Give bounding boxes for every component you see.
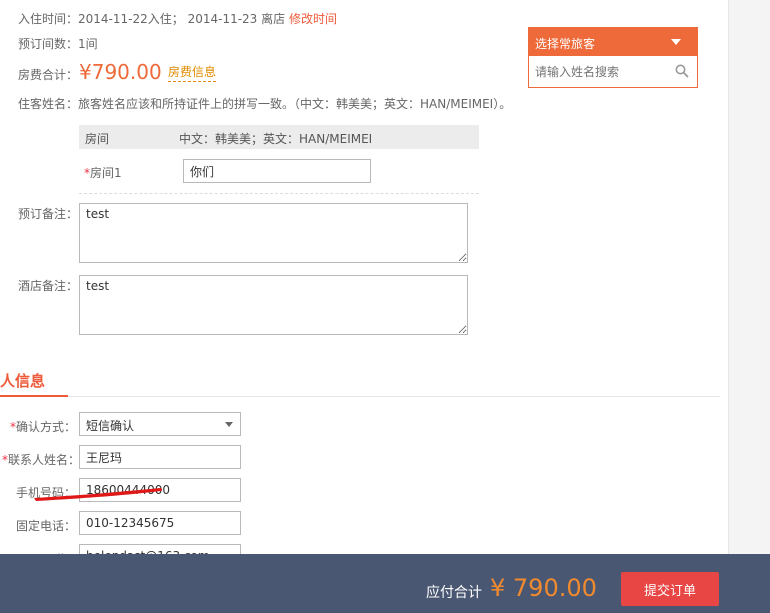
price-detail-link[interactable]: 房费信息 [168, 63, 217, 82]
stay-label: 入住时间： [18, 12, 79, 26]
guest-note-label: 住客姓名： [18, 97, 79, 111]
hotel-note-input[interactable]: test [79, 275, 468, 335]
section-accent-underline [0, 395, 68, 397]
contact-name-input[interactable] [79, 445, 241, 469]
pay-total-amount: ¥ 790.00 [490, 574, 597, 602]
confirm-label-text: 确认方式： [15, 420, 76, 434]
booking-note-input[interactable]: test [79, 203, 468, 263]
submit-order-button[interactable]: 提交订单 [621, 572, 719, 606]
contact-section-title: 人信息 [0, 372, 46, 390]
rooms-total-label: 房费合计： [18, 68, 79, 82]
booking-note-label: 预订备注： [18, 207, 79, 221]
pay-total-label: 应付合计 [426, 585, 482, 601]
contact-name-label: *联系人姓名： [2, 451, 80, 468]
guest-table-divider [79, 193, 479, 194]
traveler-search [529, 56, 697, 87]
confirm-method-value: 短信确认 [86, 419, 135, 433]
frequent-traveler-toggle[interactable]: 选择常旅客 [529, 28, 697, 56]
guest-note-text: 旅客姓名应该和所持证件上的拼写一致。（中文：韩美美；英文：HAN/MEIMEI）… [78, 97, 512, 111]
guest-name-input[interactable] [183, 159, 371, 183]
right-gutter [728, 0, 770, 613]
search-icon[interactable] [675, 64, 689, 78]
redaction-scribble [34, 488, 163, 501]
guest-row-label: *房间1 [84, 164, 122, 181]
traveler-search-input[interactable] [529, 56, 697, 87]
rooms-label: 预订间数： [18, 37, 79, 51]
chevron-down-icon [225, 422, 233, 427]
stay-row: 入住时间：2014-11-22入住； 2014-11-23 离店 修改时间 [18, 10, 337, 27]
frequent-traveler-title: 选择常旅客 [535, 37, 596, 51]
chevron-down-icon [671, 39, 681, 45]
guest-room-label: 房间1 [90, 166, 122, 180]
price-detail-label[interactable]: 房费信息 [168, 65, 217, 82]
phone-label: 固定电话： [15, 519, 76, 533]
guest-col-room: 房间 [85, 132, 110, 146]
guest-note-row: 住客姓名：旅客姓名应该和所持证件上的拼写一致。（中文：韩美美；英文：HAN/ME… [18, 95, 511, 112]
guest-col-hint: 中文：韩美美；英文：HAN/MEIMEI [179, 132, 373, 146]
rooms-total-price: ¥790.00 [79, 60, 162, 84]
checkout-footer: 应付合计 ¥ 790.00 提交订单 [0, 554, 770, 613]
hotel-note-label: 酒店备注： [18, 279, 79, 293]
stay-dates: 2014-11-22入住； 2014-11-23 离店 [78, 12, 286, 26]
confirm-label: *确认方式： [2, 418, 76, 435]
confirm-method-select[interactable]: 短信确认 [79, 412, 241, 436]
guest-table-header: 房间 中文：韩美美；英文：HAN/MEIMEI [79, 125, 479, 149]
contact-name-label-text: 联系人姓名： [8, 453, 81, 467]
phone-input[interactable] [79, 511, 241, 535]
frequent-traveler-panel: 选择常旅客 [528, 27, 698, 88]
rooms-value: 1间 [78, 37, 98, 51]
section-divider [0, 396, 720, 397]
modify-time-link[interactable]: 修改时间 [289, 12, 337, 26]
rooms-row: 预订间数：1间 [18, 35, 98, 52]
